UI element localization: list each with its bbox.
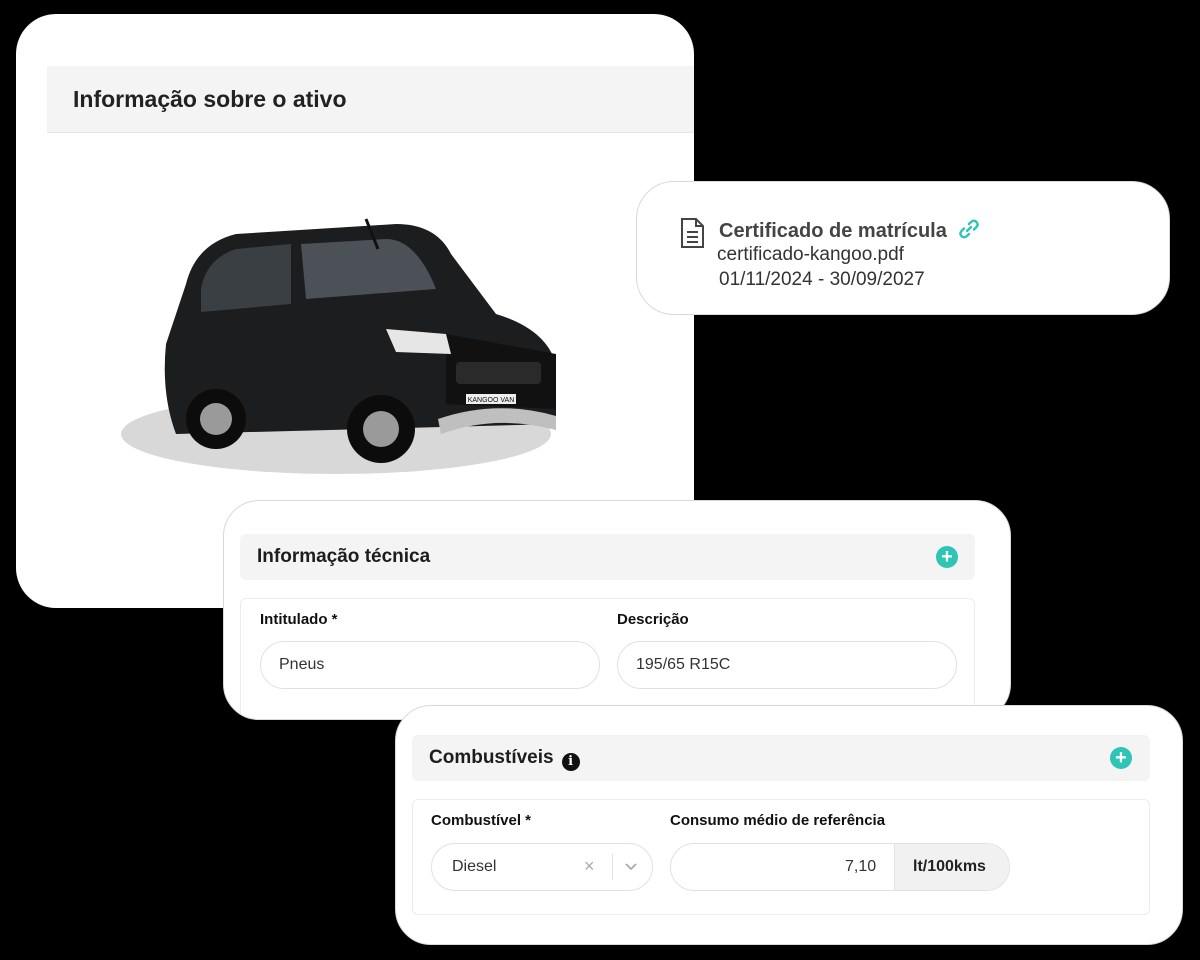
title-field-label: Intitulado * [260,611,338,628]
technical-info-header: Informação técnica + [240,534,975,580]
asset-info-title: Informação sobre o ativo [73,86,347,112]
consumption-field-label: Consumo médio de referência [670,812,886,829]
fuel-header: Combustíveis i + [412,735,1150,781]
title-input-value: Pneus [279,656,325,673]
fuel-title: Combustíveis i [429,747,580,771]
technical-info-card: Informação técnica + Intitulado * Pneus … [223,500,1011,720]
unit-addon: lt/100kms [894,844,1009,890]
document-icon [681,218,704,248]
fuel-fields: Combustível * Diesel × Consumo médio de … [412,799,1150,915]
clear-icon[interactable]: × [584,856,595,877]
van-badge: KANGOO VAN [468,397,515,404]
certificate-title: Certificado de matrícula [719,218,980,243]
technical-fields: Intitulado * Pneus Descrição 195/65 R15C [240,598,975,719]
info-icon[interactable]: i [561,753,580,771]
fuel-select[interactable]: Diesel × [431,843,653,891]
fuel-card: Combustíveis i + Combustível * Diesel × C… [395,705,1183,945]
unit-label: lt/100kms [913,858,986,875]
link-icon[interactable] [958,218,980,240]
title-input[interactable]: Pneus [260,641,600,689]
van-image: KANGOO VAN [121,218,556,474]
fuel-title-text: Combustíveis [429,747,554,768]
add-fuel-button[interactable]: + [1110,747,1132,769]
description-field-label: Descrição [617,611,689,628]
description-input-value: 195/65 R15C [636,656,731,673]
chevron-down-icon[interactable] [624,862,638,872]
certificate-dates: 01/11/2024 - 30/09/2027 [719,269,925,290]
certificate-title-text: Certificado de matrícula [719,220,947,242]
certificate-card[interactable]: Certificado de matrícula certificado-kan… [636,181,1170,315]
consumption-input-value: 7,10 [845,858,877,875]
fuel-select-value: Diesel [452,858,497,875]
add-technical-button[interactable]: + [936,546,958,568]
technical-info-title: Informação técnica [257,546,431,567]
consumption-input[interactable]: 7,10 lt/100kms [670,843,1010,891]
asset-info-header: Informação sobre o ativo [47,66,694,133]
fuel-field-label: Combustível * [431,812,532,829]
select-divider [612,854,613,880]
certificate-file[interactable]: certificado-kangoo.pdf [717,244,904,266]
description-input[interactable]: 195/65 R15C [617,641,957,689]
